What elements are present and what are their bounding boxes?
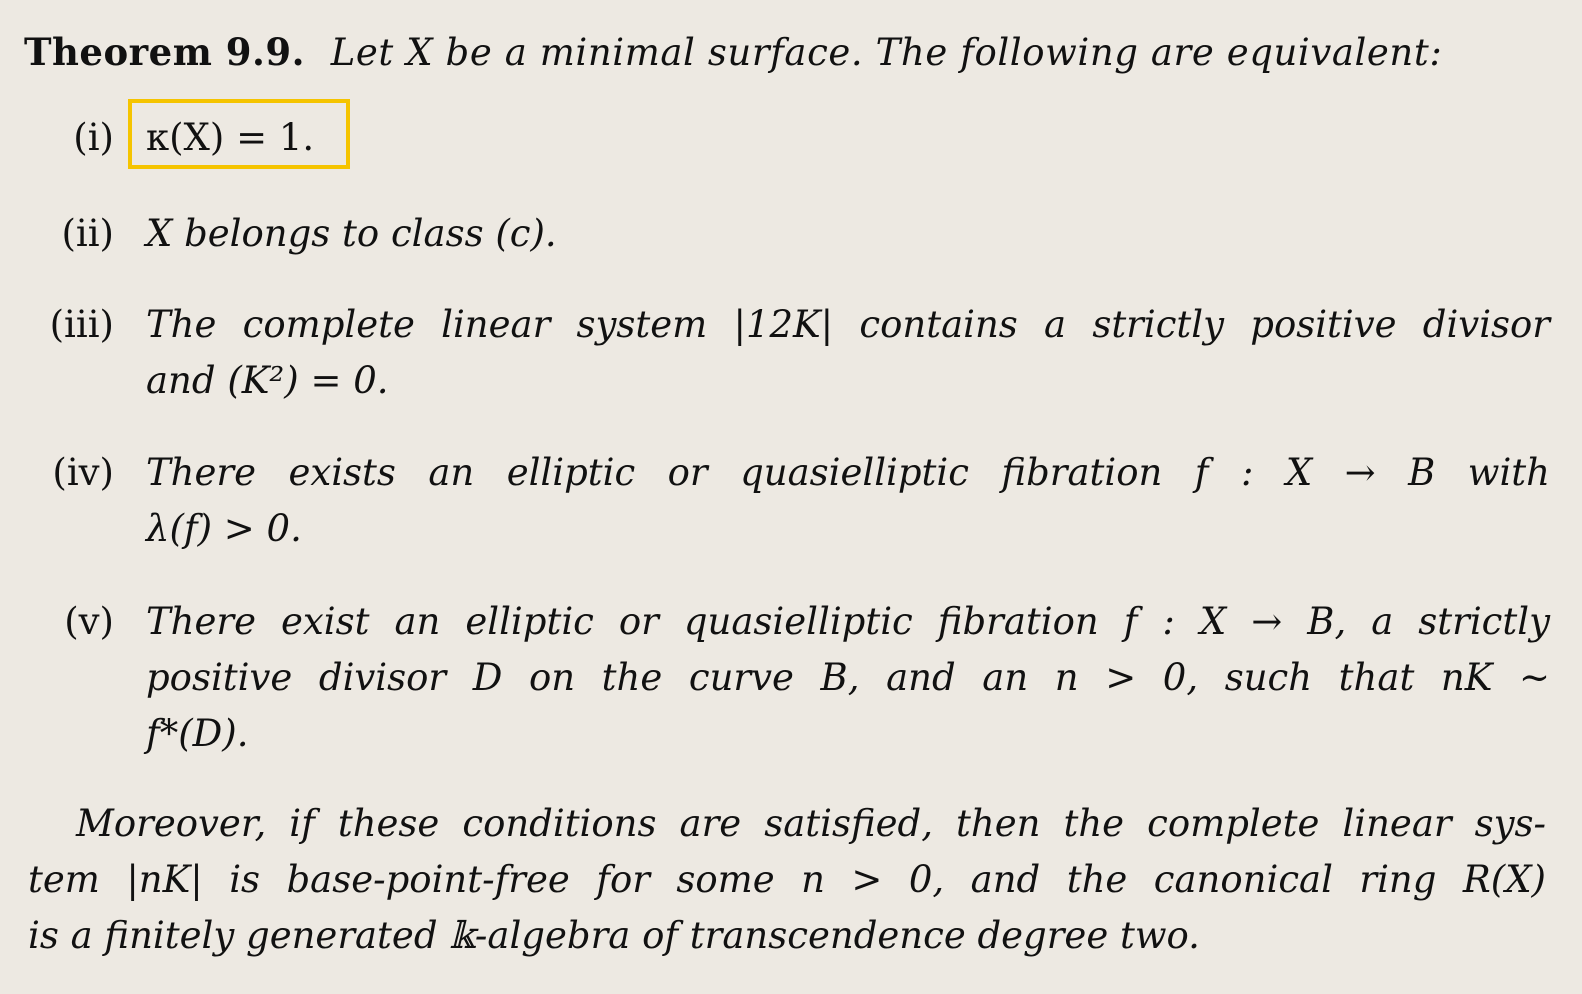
item-line: λ(f) > 0. bbox=[146, 507, 302, 550]
item-line: κ(X) = 1. bbox=[146, 116, 315, 159]
item-line: f*(D). bbox=[146, 712, 249, 755]
item-number: (ii) bbox=[61, 212, 114, 255]
item-line: and (K²) = 0. bbox=[146, 359, 389, 402]
theorem-page: Theorem 9.9. Let X be a minimal surface.… bbox=[0, 0, 1582, 994]
item-line: There exist an elliptic or quasielliptic… bbox=[146, 600, 1550, 643]
item-line: The complete linear system |12K| contain… bbox=[146, 303, 1550, 346]
paragraph-line: Moreover, if these conditions are satisf… bbox=[76, 802, 1546, 845]
moreover-paragraph: Moreover, if these conditions are satisf… bbox=[28, 796, 1546, 964]
item-line: There exists an elliptic or quasiellipti… bbox=[146, 451, 1550, 494]
item-text: X belongs to class (c). bbox=[146, 206, 1550, 262]
theorem-heading: Theorem 9.9. Let X be a minimal surface.… bbox=[24, 22, 1554, 83]
item-text: The complete linear system |12K| contain… bbox=[146, 297, 1550, 409]
item-text: κ(X) = 1. bbox=[146, 110, 1550, 166]
theorem-label: Theorem 9.9. bbox=[24, 30, 305, 74]
item-number: (iv) bbox=[52, 451, 114, 494]
item-line: X belongs to class (c). bbox=[146, 212, 557, 255]
item-number: (iii) bbox=[49, 303, 114, 346]
item-text: There exist an elliptic or quasielliptic… bbox=[146, 594, 1550, 762]
item-line: positive divisor D on the curve B, and a… bbox=[146, 656, 1550, 699]
paragraph-line: is a finitely generated 𝕜-algebra of tra… bbox=[28, 914, 1200, 957]
item-number: (v) bbox=[64, 600, 114, 643]
item-number: (i) bbox=[73, 116, 114, 159]
paragraph-line: tem |nK| is base-point-free for some n >… bbox=[28, 858, 1546, 901]
item-text: There exists an elliptic or quasiellipti… bbox=[146, 445, 1550, 557]
theorem-intro: Let X be a minimal surface. The followin… bbox=[330, 31, 1443, 74]
